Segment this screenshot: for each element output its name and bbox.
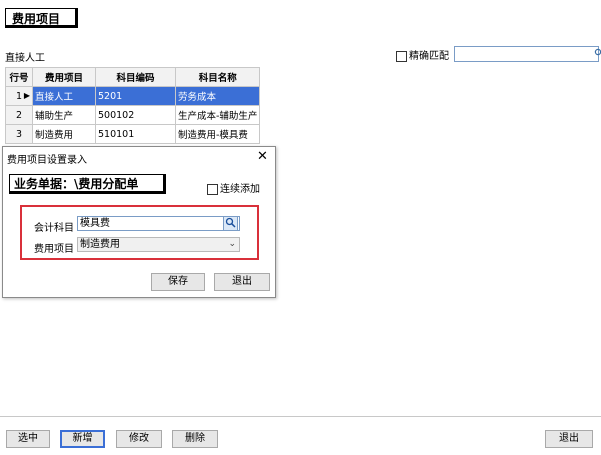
dialog-exit-button[interactable]: 退出	[214, 273, 270, 291]
column-header-account-name[interactable]: 科目名称	[174, 67, 261, 87]
delete-button[interactable]: 删除	[172, 430, 218, 448]
search-icon[interactable]	[594, 47, 601, 61]
cost-items-table: 行号 费用项目 科目编码 科目名称 1 ▶ 直接人工 5201 劳务成本 2 辅助…	[5, 67, 261, 144]
account-name-cell[interactable]: 劳务成本	[174, 86, 261, 106]
add-button[interactable]: 新增	[60, 430, 105, 448]
table-row[interactable]: 2 辅助生产 500102 生产成本-辅助生产	[5, 105, 261, 125]
row-pointer-icon: ▶	[23, 91, 30, 100]
table-header-row: 行号 费用项目 科目编码 科目名称	[5, 67, 261, 87]
table-row[interactable]: 3 制造费用 510101 制造费用-模具费	[5, 124, 261, 144]
continuous-add-checkbox[interactable]: 连续添加	[207, 180, 260, 195]
bottom-divider	[0, 416, 601, 417]
select-button[interactable]: 选中	[6, 430, 50, 448]
edit-button[interactable]: 修改	[116, 430, 162, 448]
close-icon[interactable]: ✕	[257, 149, 268, 164]
chevron-down-icon[interactable]: ⌄	[228, 238, 236, 251]
cost-item-label: 费用项目	[34, 244, 74, 255]
cost-item-selected-value: 制造费用	[80, 239, 120, 250]
account-code-cell[interactable]: 510101	[95, 124, 176, 144]
page-title: 费用项目	[5, 8, 78, 28]
row-number-cell[interactable]: 2	[5, 105, 33, 125]
account-field[interactable]: 模具费	[77, 216, 240, 231]
search-input[interactable]	[454, 46, 599, 62]
row-number: 1	[15, 90, 23, 102]
exact-match-label: 精确匹配	[409, 51, 449, 62]
table-row[interactable]: 1 ▶ 直接人工 5201 劳务成本	[5, 86, 261, 106]
cost-item-cell[interactable]: 辅助生产	[32, 105, 96, 125]
continuous-add-label: 连续添加	[220, 184, 260, 195]
account-name-cell[interactable]: 制造费用-模具费	[174, 124, 261, 144]
business-document-label: 业务单据：\费用分配单	[9, 174, 166, 194]
magnifier-icon[interactable]	[223, 216, 238, 231]
row-number-cell[interactable]: 3	[5, 124, 33, 144]
column-header-row-number[interactable]: 行号	[5, 67, 33, 87]
exact-match-checkbox[interactable]: 精确匹配	[396, 47, 449, 62]
cost-item-select[interactable]: 制造费用 ⌄	[77, 237, 240, 252]
continuous-add-box[interactable]	[207, 183, 218, 195]
exact-match-box[interactable]	[396, 50, 407, 62]
account-code-cell[interactable]: 5201	[95, 86, 176, 106]
account-label: 会计科目	[34, 223, 74, 234]
save-button[interactable]: 保存	[151, 273, 205, 291]
cost-item-cell[interactable]: 直接人工	[32, 86, 96, 106]
cost-item-entry-dialog: 费用项目设置录入 ✕ 业务单据：\费用分配单 连续添加 会计科目 模具费 费用项…	[2, 146, 276, 298]
row-number-cell[interactable]: 1 ▶	[5, 86, 33, 106]
account-name-cell[interactable]: 生产成本-辅助生产	[174, 105, 261, 125]
column-header-account-code[interactable]: 科目编码	[95, 67, 176, 87]
cost-item-cell[interactable]: 制造费用	[32, 124, 96, 144]
column-header-cost-item[interactable]: 费用项目	[32, 67, 96, 87]
exit-button[interactable]: 退出	[545, 430, 593, 448]
dialog-title: 费用项目设置录入	[7, 155, 87, 166]
filter-label: 直接人工	[5, 53, 45, 64]
account-code-cell[interactable]: 500102	[95, 105, 176, 125]
